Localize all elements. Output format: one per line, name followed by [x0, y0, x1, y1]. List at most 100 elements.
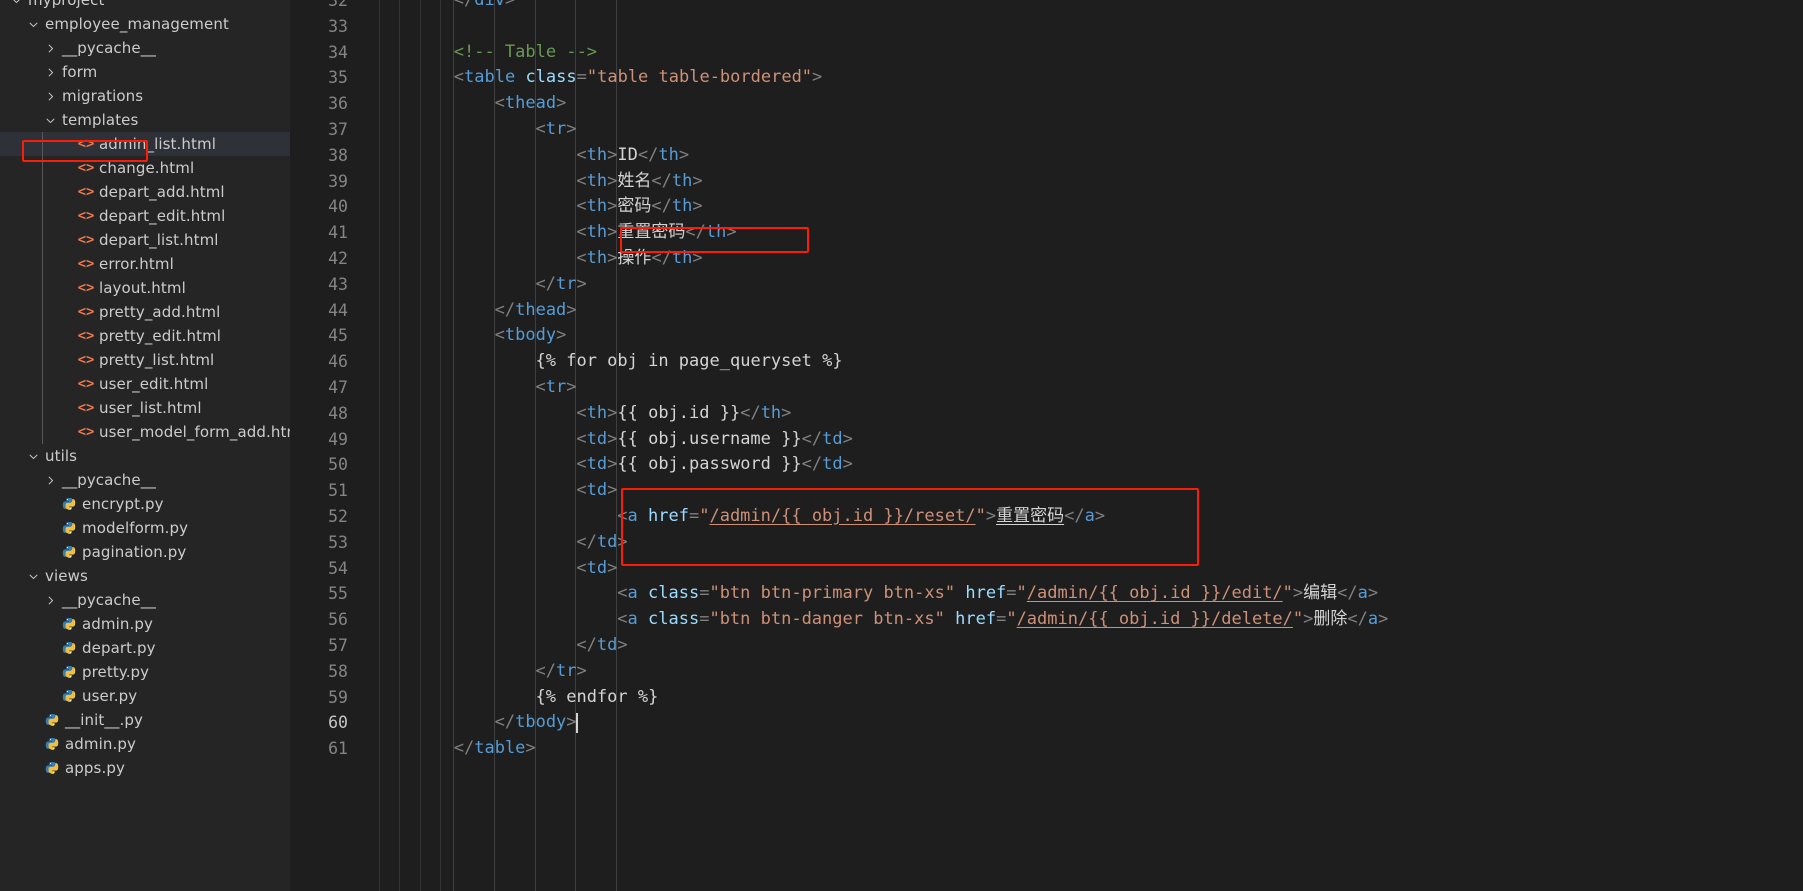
chevron-right-icon[interactable]: [42, 43, 59, 54]
code-line[interactable]: 34 <!-- Table -->: [290, 40, 1803, 66]
code-line[interactable]: 56 <a class="btn btn-danger btn-xs" href=…: [290, 607, 1803, 633]
code-line[interactable]: 38 <th>ID</th>: [290, 143, 1803, 169]
code-line-content[interactable]: <!-- Table -->: [454, 40, 597, 66]
tree-item-depart-edit-html[interactable]: <> depart_edit.html: [0, 204, 290, 228]
tree-item-apps-py[interactable]: apps.py: [0, 756, 290, 780]
chevron-right-icon[interactable]: [42, 595, 59, 606]
code-line-content[interactable]: </td>: [576, 530, 627, 556]
code-line-content[interactable]: </tbody>: [495, 710, 577, 736]
tree-item-depart-list-html[interactable]: <> depart_list.html: [0, 228, 290, 252]
code-line[interactable]: 48 <th>{{ obj.id }}</th>: [290, 401, 1803, 427]
code-line[interactable]: 32 </div>: [290, 0, 1803, 14]
code-line[interactable]: 61 </table>: [290, 736, 1803, 762]
code-line[interactable]: 47 <tr>: [290, 375, 1803, 401]
tree-item-pycache[interactable]: __pycache__: [0, 468, 290, 492]
code-line-content[interactable]: <a class="btn btn-danger btn-xs" href="/…: [617, 607, 1388, 633]
tree-item-user-py[interactable]: user.py: [0, 684, 290, 708]
chevron-down-icon[interactable]: [42, 115, 59, 126]
code-line-content[interactable]: <th>ID</th>: [576, 143, 689, 169]
code-line[interactable]: 40 <th>密码</th>: [290, 194, 1803, 220]
code-line-content[interactable]: </table>: [454, 736, 536, 762]
code-line-content[interactable]: <a class="btn btn-primary btn-xs" href="…: [617, 581, 1378, 607]
code-line-content[interactable]: <tr>: [536, 117, 577, 143]
code-line-content[interactable]: <table class="table table-bordered">: [454, 65, 823, 91]
code-line-content[interactable]: {% for obj in page_queryset %}: [536, 349, 843, 375]
code-line[interactable]: 50 <td>{{ obj.password }}</td>: [290, 452, 1803, 478]
chevron-right-icon[interactable]: [42, 67, 59, 78]
code-line-content[interactable]: <td>{{ obj.password }}</td>: [576, 452, 852, 478]
tree-item-migrations[interactable]: migrations: [0, 84, 290, 108]
tree-item-pretty-py[interactable]: pretty.py: [0, 660, 290, 684]
tree-item-pretty-add-html[interactable]: <> pretty_add.html: [0, 300, 290, 324]
code-line-content[interactable]: {% endfor %}: [536, 685, 659, 711]
chevron-down-icon[interactable]: [25, 19, 42, 30]
code-line-content[interactable]: <th>密码</th>: [576, 194, 702, 220]
code-lines[interactable]: 32 </div> 33 34 <!-- Table --> 35 <table class…: [290, 0, 1803, 891]
tree-item-user-list-html[interactable]: <> user_list.html: [0, 396, 290, 420]
code-line-content[interactable]: <thead>: [495, 91, 567, 117]
code-line[interactable]: 37 <tr>: [290, 117, 1803, 143]
code-line[interactable]: 53 </td>: [290, 530, 1803, 556]
chevron-down-icon[interactable]: [25, 571, 42, 582]
code-line[interactable]: 42 <th>操作</th>: [290, 246, 1803, 272]
tree-item-admin-list-html[interactable]: <> admin_list.html: [0, 132, 290, 156]
tree-item-admin-py[interactable]: admin.py: [0, 732, 290, 756]
tree-item-pagination-py[interactable]: pagination.py: [0, 540, 290, 564]
tree-item-encrypt-py[interactable]: encrypt.py: [0, 492, 290, 516]
code-line-content[interactable]: <td>{{ obj.username }}</td>: [576, 427, 852, 453]
tree-item-change-html[interactable]: <> change.html: [0, 156, 290, 180]
code-line-content[interactable]: <tbody>: [495, 323, 567, 349]
chevron-right-icon[interactable]: [42, 91, 59, 102]
tree-item-depart-add-html[interactable]: <> depart_add.html: [0, 180, 290, 204]
tree-item-pretty-edit-html[interactable]: <> pretty_edit.html: [0, 324, 290, 348]
chevron-right-icon[interactable]: [42, 475, 59, 486]
code-line-content[interactable]: <a href="/admin/{{ obj.id }}/reset/">重置密…: [617, 504, 1105, 530]
tree-item-user-edit-html[interactable]: <> user_edit.html: [0, 372, 290, 396]
code-line-content[interactable]: <td>: [576, 478, 617, 504]
code-line[interactable]: 45 <tbody>: [290, 323, 1803, 349]
code-line-content[interactable]: <th>重置密码</th>: [576, 220, 736, 246]
code-line-content[interactable]: </tr>: [536, 659, 587, 685]
code-line-content[interactable]: <th>操作</th>: [576, 246, 702, 272]
code-line-content[interactable]: <th>姓名</th>: [576, 169, 702, 195]
code-line[interactable]: 49 <td>{{ obj.username }}</td>: [290, 427, 1803, 453]
code-line-content[interactable]: </td>: [576, 633, 627, 659]
tree-item-pycache[interactable]: __pycache__: [0, 588, 290, 612]
code-line-content[interactable]: <tr>: [536, 375, 577, 401]
code-line-content[interactable]: </div>: [454, 0, 515, 14]
code-line[interactable]: 54 <td>: [290, 556, 1803, 582]
tree-item-myproject[interactable]: myproject: [0, 0, 290, 12]
tree-item-views[interactable]: views: [0, 564, 290, 588]
tree-item-admin-py[interactable]: admin.py: [0, 612, 290, 636]
code-line[interactable]: 60 </tbody>: [290, 710, 1803, 736]
code-line[interactable]: 57 </td>: [290, 633, 1803, 659]
tree-item-modelform-py[interactable]: modelform.py: [0, 516, 290, 540]
tree-item-depart-py[interactable]: depart.py: [0, 636, 290, 660]
code-line[interactable]: 43 </tr>: [290, 272, 1803, 298]
tree-item-utils[interactable]: utils: [0, 444, 290, 468]
tree-item-form[interactable]: form: [0, 60, 290, 84]
chevron-down-icon[interactable]: [25, 451, 42, 462]
code-editor-pane[interactable]: 32 </div> 33 34 <!-- Table --> 35 <table class…: [290, 0, 1803, 891]
tree-item-pretty-list-html[interactable]: <> pretty_list.html: [0, 348, 290, 372]
code-line[interactable]: 33: [290, 14, 1803, 40]
code-line[interactable]: 35 <table class="table table-bordered">: [290, 65, 1803, 91]
code-line-content[interactable]: <th>{{ obj.id }}</th>: [576, 401, 791, 427]
code-line[interactable]: 58 </tr>: [290, 659, 1803, 685]
code-line[interactable]: 51 <td>: [290, 478, 1803, 504]
tree-item-layout-html[interactable]: <> layout.html: [0, 276, 290, 300]
chevron-down-icon[interactable]: [8, 0, 25, 6]
code-line[interactable]: 44 </thead>: [290, 298, 1803, 324]
code-line[interactable]: 39 <th>姓名</th>: [290, 169, 1803, 195]
code-line[interactable]: 55 <a class="btn btn-primary btn-xs" href…: [290, 581, 1803, 607]
code-line[interactable]: 41 <th>重置密码</th>: [290, 220, 1803, 246]
tree-item-user-model-form-add-html[interactable]: <> user_model_form_add.html: [0, 420, 290, 444]
tree-item-error-html[interactable]: <> error.html: [0, 252, 290, 276]
tree-item-pycache[interactable]: __pycache__: [0, 36, 290, 60]
code-line[interactable]: 36 <thead>: [290, 91, 1803, 117]
code-line[interactable]: 46 {% for obj in page_queryset %}: [290, 349, 1803, 375]
code-line-content[interactable]: <td>: [576, 556, 617, 582]
code-line-content[interactable]: </thead>: [495, 298, 577, 324]
code-line[interactable]: 52 <a href="/admin/{{ obj.id }}/reset/">重…: [290, 504, 1803, 530]
code-line[interactable]: 59 {% endfor %}: [290, 685, 1803, 711]
